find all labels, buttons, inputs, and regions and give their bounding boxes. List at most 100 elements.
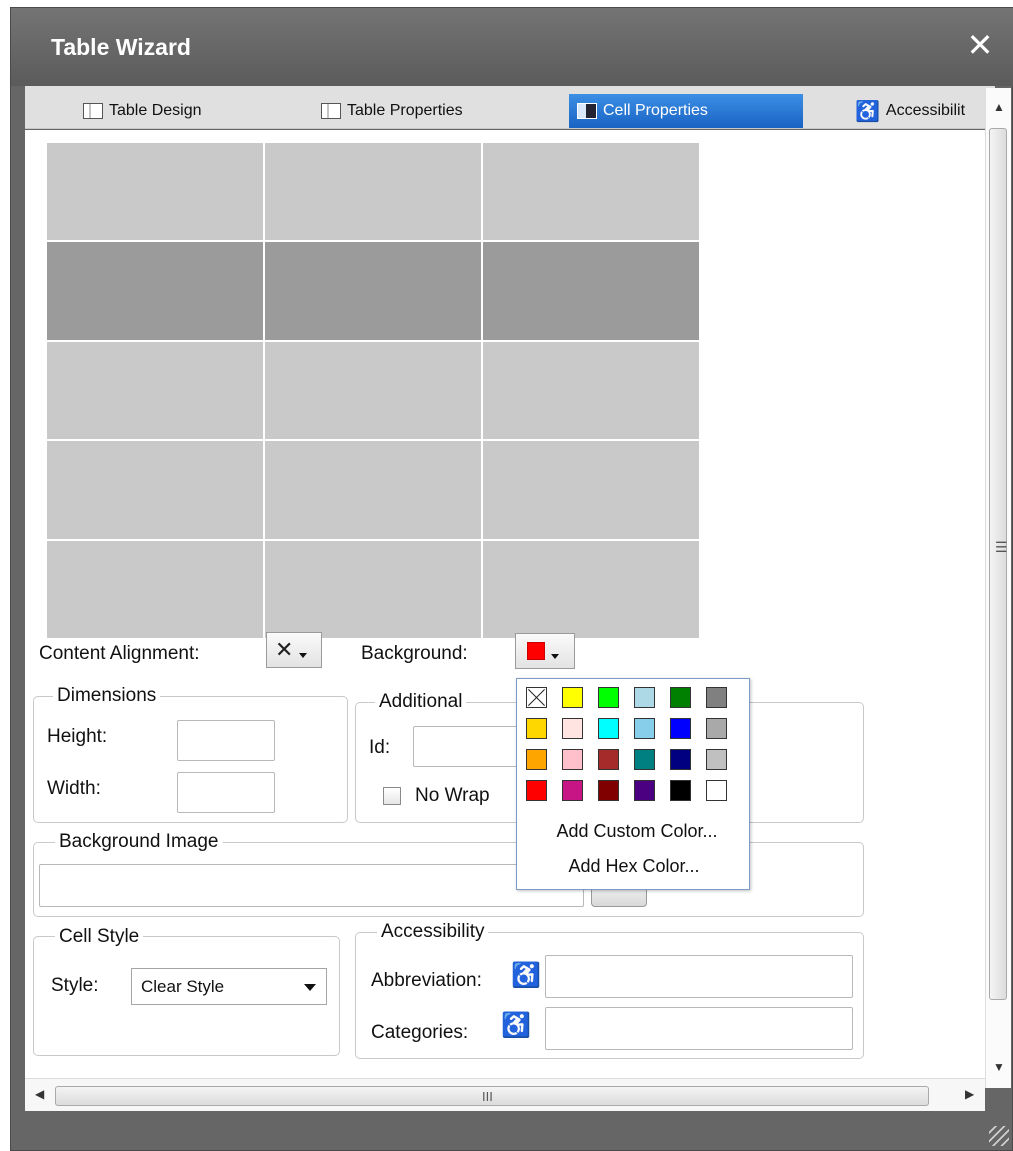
content-alignment-label: Content Alignment: <box>39 643 200 664</box>
width-input[interactable] <box>177 772 275 813</box>
additional-legend: Additional <box>375 691 467 713</box>
chevron-down-icon <box>304 984 316 991</box>
chevron-down-icon <box>299 652 308 658</box>
table-properties-icon <box>321 103 341 119</box>
color-swatch[interactable] <box>634 687 655 708</box>
color-swatch[interactable] <box>562 718 583 739</box>
preview-cell[interactable] <box>265 441 481 539</box>
accessibility-legend: Accessibility <box>377 921 489 943</box>
dialog-titlebar[interactable]: Table Wizard ✕ <box>11 8 1013 86</box>
scroll-down-icon[interactable]: ▼ <box>993 1060 1005 1074</box>
preview-cell-selected[interactable] <box>47 242 263 340</box>
no-color-swatch[interactable] <box>526 687 547 708</box>
width-label: Width: <box>47 778 101 799</box>
accessibility-icon: ♿ <box>511 962 541 989</box>
preview-cell[interactable] <box>265 143 481 241</box>
table-preview-grid[interactable] <box>47 143 699 638</box>
background-image-input[interactable] <box>39 864 584 907</box>
id-input[interactable] <box>413 726 523 767</box>
abbreviation-label: Abbreviation: <box>371 970 482 991</box>
color-swatch[interactable] <box>634 718 655 739</box>
color-swatch[interactable] <box>670 687 691 708</box>
nowrap-checkbox[interactable] <box>383 787 401 805</box>
tab-bar: Table Design Table Properties Cell Prope… <box>25 86 995 129</box>
color-swatch[interactable] <box>526 780 547 801</box>
preview-cell[interactable] <box>47 143 263 241</box>
cell-properties-panel: Content Alignment: ✕ Background: Dimensi… <box>25 130 985 1078</box>
tab-label: Table Properties <box>347 102 463 119</box>
grip-icon: III <box>482 1089 493 1104</box>
preview-cell[interactable] <box>483 540 699 638</box>
preview-cell-selected[interactable] <box>483 242 699 340</box>
accessibility-icon: ♿ <box>855 100 880 123</box>
color-swatch[interactable] <box>670 749 691 770</box>
color-swatch[interactable] <box>562 780 583 801</box>
dialog-title: Table Wizard <box>51 34 191 60</box>
color-swatch[interactable] <box>526 718 547 739</box>
background-color-dropdown[interactable] <box>515 633 575 669</box>
color-swatch[interactable] <box>562 749 583 770</box>
background-image-browse-button[interactable] <box>591 887 647 907</box>
preview-cell[interactable] <box>483 441 699 539</box>
tab-table-properties[interactable]: Table Properties <box>313 94 545 128</box>
cell-style-legend: Cell Style <box>55 926 144 948</box>
table-design-icon <box>83 103 103 119</box>
preview-cell[interactable] <box>483 143 699 241</box>
scroll-right-icon[interactable]: ▶ <box>965 1087 974 1101</box>
height-input[interactable] <box>177 720 275 761</box>
color-swatch[interactable] <box>598 780 619 801</box>
color-swatch[interactable] <box>598 749 619 770</box>
tab-label: Cell Properties <box>603 102 708 119</box>
tab-cell-properties[interactable]: Cell Properties <box>569 94 803 128</box>
background-image-legend: Background Image <box>55 831 223 853</box>
color-swatch[interactable] <box>526 749 547 770</box>
color-palette-popup: Add Custom Color... Add Hex Color... <box>516 678 750 890</box>
scroll-left-icon[interactable]: ◀ <box>35 1087 44 1101</box>
preview-cell[interactable] <box>265 341 481 440</box>
color-swatch[interactable] <box>562 687 583 708</box>
style-label: Style: <box>51 975 99 996</box>
tab-accessibility[interactable]: ♿ Accessibilit <box>847 94 995 128</box>
accessibility-icon: ♿ <box>501 1012 531 1039</box>
preview-cell[interactable] <box>47 540 263 638</box>
preview-cell[interactable] <box>47 341 263 440</box>
preview-cell[interactable] <box>483 341 699 440</box>
vertical-scroll-thumb[interactable]: ☰ <box>989 128 1008 1000</box>
add-custom-color-link[interactable]: Add Custom Color... <box>520 821 754 842</box>
color-swatch[interactable] <box>634 780 655 801</box>
horizontal-scrollbar[interactable]: ◀ III ▶ <box>25 1078 985 1111</box>
vertical-scrollbar[interactable]: ▲ ☰ ▼ <box>985 88 1011 1088</box>
no-alignment-icon: ✕ <box>275 637 294 662</box>
close-icon[interactable]: ✕ <box>963 28 997 62</box>
color-swatch[interactable] <box>706 718 727 739</box>
background-label: Background: <box>361 643 468 664</box>
color-swatch[interactable] <box>706 687 727 708</box>
preview-cell[interactable] <box>47 441 263 539</box>
content-alignment-dropdown[interactable]: ✕ <box>266 632 322 668</box>
horizontal-scroll-thumb[interactable]: III <box>55 1086 929 1106</box>
color-swatch[interactable] <box>598 718 619 739</box>
color-swatch[interactable] <box>634 749 655 770</box>
color-swatch[interactable] <box>706 780 727 801</box>
tab-table-design[interactable]: Table Design <box>75 94 281 128</box>
tab-label: Accessibilit <box>885 102 966 119</box>
grip-icon: ☰ <box>995 539 1008 555</box>
color-swatch[interactable] <box>670 780 691 801</box>
preview-cell[interactable] <box>265 540 481 638</box>
color-swatch[interactable] <box>670 718 691 739</box>
resize-grip-icon[interactable] <box>989 1126 1009 1146</box>
preview-cell-selected[interactable] <box>265 242 481 340</box>
cell-style-value: Clear Style <box>141 976 225 996</box>
color-swatch[interactable] <box>706 749 727 770</box>
abbreviation-input[interactable] <box>545 955 853 998</box>
tab-label: Table Design <box>109 102 202 119</box>
chevron-down-icon <box>551 653 559 659</box>
cell-style-select[interactable]: Clear Style <box>131 968 327 1005</box>
dimensions-legend: Dimensions <box>53 685 161 707</box>
add-hex-color-link[interactable]: Add Hex Color... <box>517 856 751 877</box>
scroll-up-icon[interactable]: ▲ <box>993 100 1005 114</box>
color-swatch[interactable] <box>598 687 619 708</box>
height-label: Height: <box>47 726 108 747</box>
categories-input[interactable] <box>545 1007 853 1050</box>
cell-properties-icon <box>577 103 597 119</box>
